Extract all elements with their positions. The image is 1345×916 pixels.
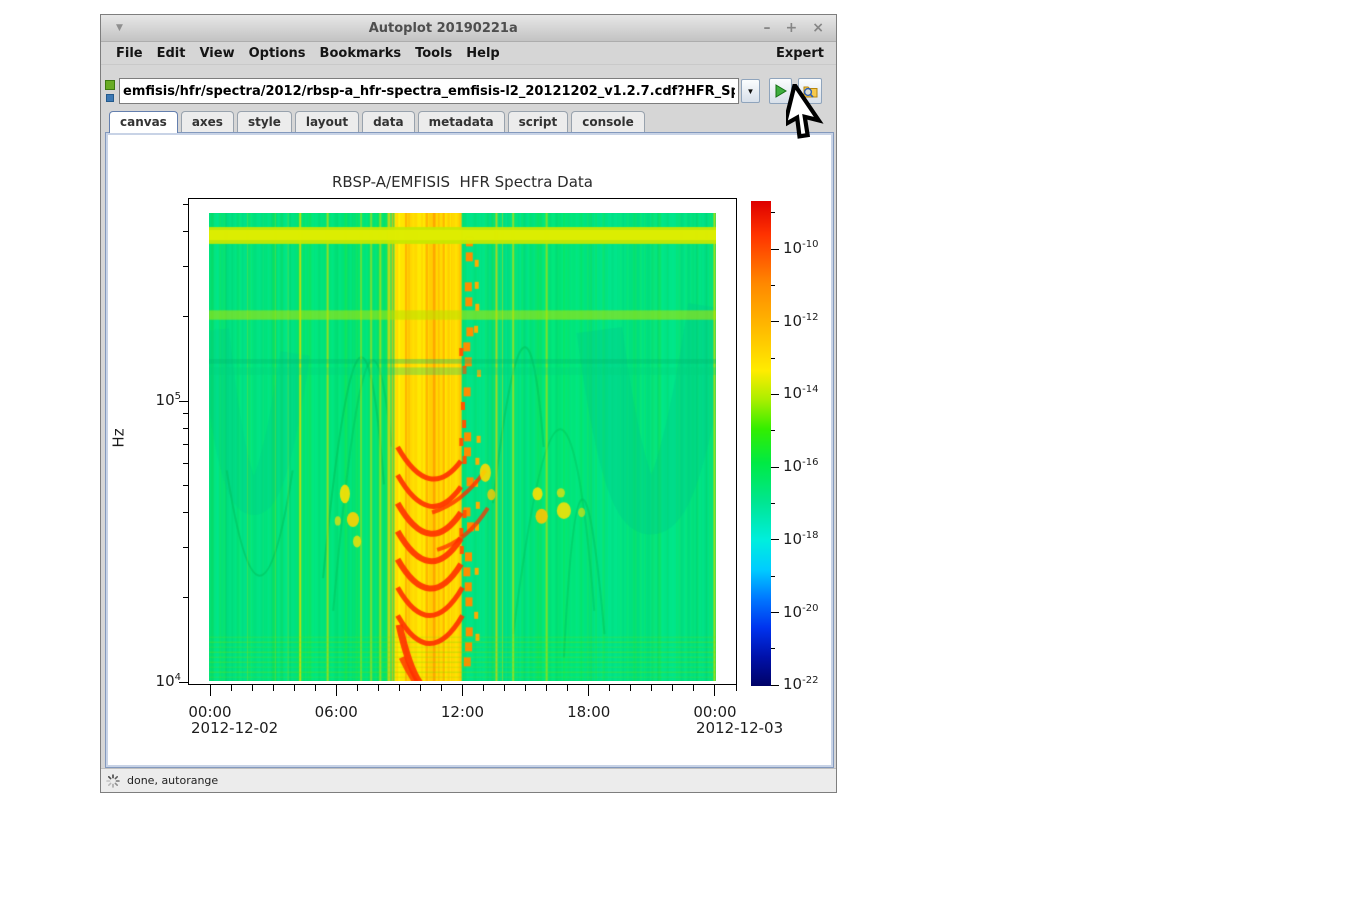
tab-style[interactable]: style <box>237 111 292 133</box>
title-bar: ▼ Autoplot 20190221a – + × <box>101 15 836 42</box>
tab-console[interactable]: console <box>571 111 645 133</box>
tab-axes[interactable]: axes <box>181 111 234 133</box>
tab-bar: canvas axes style layout data metadata s… <box>101 111 648 133</box>
datasource-blue-icon[interactable] <box>106 94 114 102</box>
status-text: done, autorange <box>127 774 218 787</box>
tab-canvas[interactable]: canvas <box>109 111 178 133</box>
menu-tools[interactable]: Tools <box>408 46 459 61</box>
busy-icon <box>106 774 120 788</box>
menu-bookmarks[interactable]: Bookmarks <box>313 46 409 61</box>
mouse-cursor <box>786 84 838 146</box>
expert-label[interactable]: Expert <box>776 46 826 61</box>
tab-layout[interactable]: layout <box>295 111 359 133</box>
chevron-down-icon: ▼ <box>747 87 755 96</box>
menu-edit[interactable]: Edit <box>150 46 193 61</box>
menu-file[interactable]: File <box>109 46 150 61</box>
uri-dropdown-button[interactable]: ▼ <box>741 79 760 103</box>
autoplot-window: ▼ Autoplot 20190221a – + × File Edit Vie… <box>100 14 837 793</box>
tab-metadata[interactable]: metadata <box>418 111 505 133</box>
tab-data[interactable]: data <box>362 111 415 133</box>
window-menu-icon[interactable]: ▼ <box>101 23 123 33</box>
uri-input[interactable] <box>119 78 739 104</box>
menu-bar: File Edit View Options Bookmarks Tools H… <box>101 42 836 65</box>
menu-options[interactable]: Options <box>242 46 313 61</box>
spectrogram-canvas[interactable] <box>209 213 716 681</box>
close-button[interactable]: × <box>812 20 824 36</box>
window-title: Autoplot 20190221a <box>123 21 764 36</box>
window-controls: – + × <box>764 20 836 36</box>
status-bar: done, autorange <box>101 768 836 792</box>
datasource-green-icon[interactable] <box>105 80 115 90</box>
menu-help[interactable]: Help <box>459 46 506 61</box>
tab-script[interactable]: script <box>508 111 569 133</box>
minimize-button[interactable]: – <box>764 20 771 36</box>
menu-view[interactable]: View <box>192 46 241 61</box>
maximize-button[interactable]: + <box>786 20 798 36</box>
